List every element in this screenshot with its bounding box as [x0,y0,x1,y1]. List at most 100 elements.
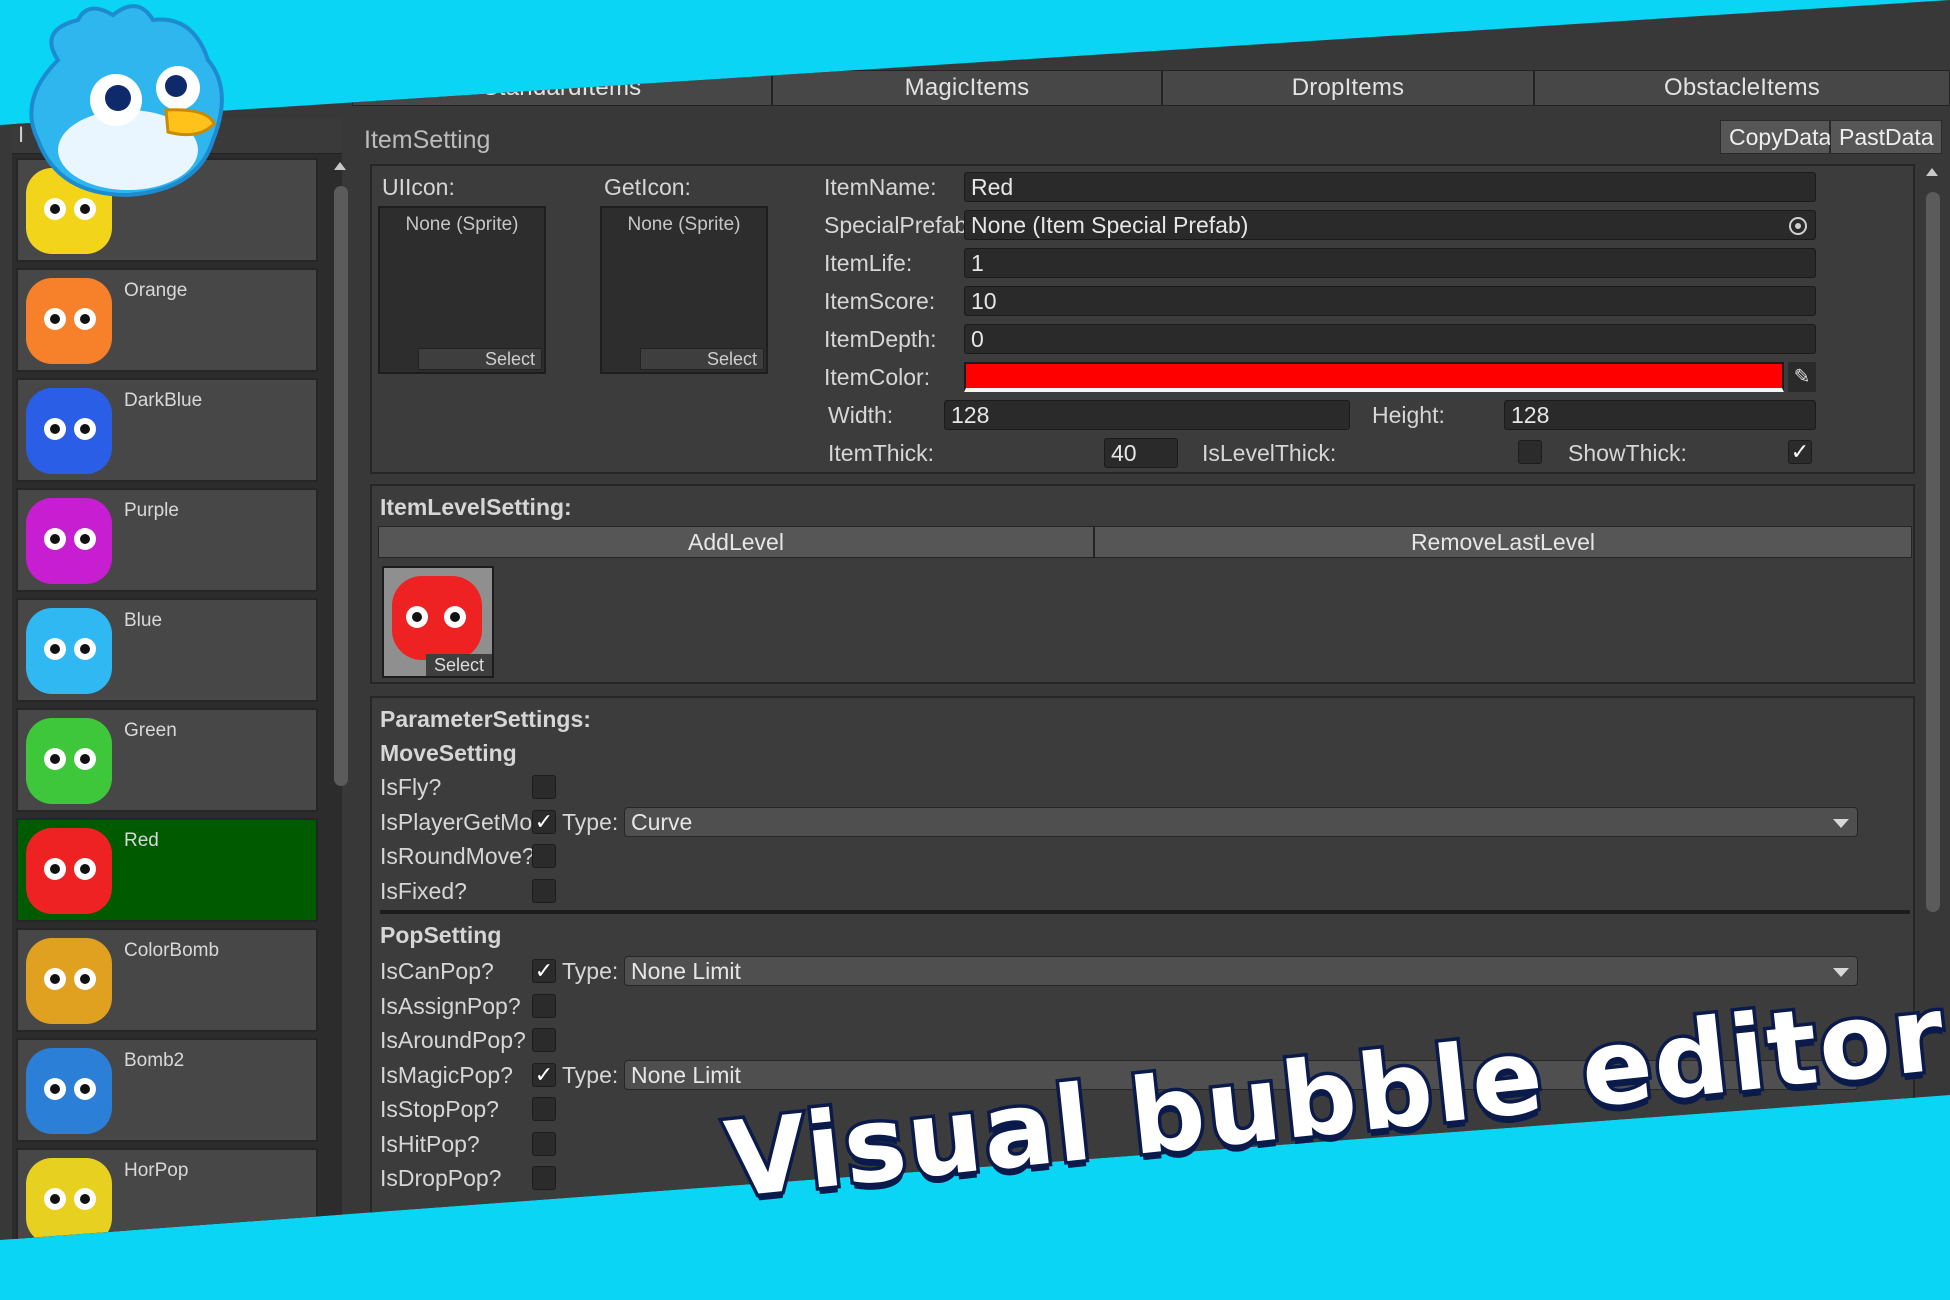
eye-icon [74,418,96,440]
bubble-icon [26,608,112,694]
item-setting-title: ItemSetting [364,126,491,154]
type-value: None Limit [631,958,741,984]
scrollbar-thumb[interactable] [1926,192,1940,912]
bubble-icon [26,278,112,364]
show-thick-checkbox[interactable]: ✓ [1788,440,1812,464]
type-value: None Limit [631,1061,741,1088]
past-data-button[interactable]: PastData [1830,120,1942,154]
pop-setting-title: PopSetting [380,922,502,948]
show-thick-label: ShowThick: [1568,440,1687,466]
get-icon-label: GetIcon: [604,174,691,200]
item-color-field[interactable] [964,362,1784,392]
param-label: IsFixed? [380,877,467,904]
bubble-icon [26,498,112,584]
item-list-scrollbar[interactable] [332,158,348,1238]
eye-icon [74,858,96,880]
tab-obstacle-items[interactable]: ObstacleItems [1534,70,1950,106]
copy-data-button[interactable]: CopyData [1720,120,1831,154]
eye-icon [74,1078,96,1100]
ui-icon-label: UIIcon: [382,174,455,200]
param-checkbox[interactable] [532,1131,556,1156]
param-checkbox[interactable] [532,1166,556,1190]
item-category-tabs: StandardItems MagicItems DropItems Obsta… [352,70,1950,106]
param-checkbox[interactable] [532,878,556,903]
item-list-entry[interactable]: Green [16,708,318,812]
ui-icon-none-text: None (Sprite) [405,214,519,235]
level-select-button[interactable]: Select [426,654,492,676]
item-depth-label: ItemDepth: [824,326,937,352]
promo-frame: StandardItems MagicItems DropItems Obsta… [0,0,1950,1300]
section-divider [380,910,1910,914]
ui-icon-select-button[interactable]: Select [418,348,542,370]
bubble-icon [26,718,112,804]
eye-icon [44,858,66,880]
item-score-field[interactable]: 10 [964,286,1816,316]
item-list-entry[interactable]: ColorBomb [16,928,318,1032]
eye-icon [74,308,96,330]
item-list-entry[interactable]: Blue [16,598,318,702]
bird-mascot-logo [29,4,224,198]
remove-last-level-button[interactable]: RemoveLastLevel [1094,526,1912,558]
item-depth-field[interactable]: 0 [964,324,1816,354]
scrollbar-thumb[interactable] [334,186,348,786]
item-list-entry[interactable]: HorPop [16,1148,318,1240]
width-label: Width: [828,402,894,428]
item-list-entry[interactable]: Orange [16,268,318,372]
add-level-button[interactable]: AddLevel [378,526,1094,558]
item-name-label: Red [124,830,159,851]
get-icon-none-text: None (Sprite) [627,214,741,235]
scroll-up-icon[interactable] [334,162,346,170]
get-icon-select-button[interactable]: Select [640,348,764,370]
bubble-icon [26,388,112,474]
is-level-thick-checkbox[interactable] [1518,440,1542,464]
eye-icon [44,528,66,550]
is-level-thick-label: IsLevelThick: [1202,440,1337,466]
special-prefab-field[interactable]: None (Item Special Prefab) [964,210,1816,240]
object-picker-icon[interactable] [1789,217,1807,235]
item-color-label: ItemColor: [824,364,931,390]
bubble-icon [26,828,112,914]
param-checkbox[interactable] [532,1028,556,1052]
item-thick-field[interactable]: 40 [1104,438,1178,468]
item-list-entry[interactable]: Purple [16,488,318,592]
param-checkbox[interactable] [532,1097,556,1121]
get-icon-sprite-slot[interactable]: None (Sprite) Select [600,206,768,374]
width-field[interactable]: 128 [944,400,1350,430]
bubble-icon [26,1158,112,1240]
param-label: IsAssignPop? [380,992,521,1019]
item-name-label: HorPop [124,1160,189,1181]
item-name-label: Purple [124,500,179,521]
param-checkbox[interactable] [532,844,556,868]
param-checkbox[interactable]: ✓ [532,809,556,834]
chevron-down-icon [1833,818,1849,828]
item-name-label: ItemName: [824,174,937,200]
type-label: Type: [562,1061,619,1088]
item-life-label: ItemLife: [824,250,913,276]
item-name-field[interactable]: Red [964,172,1816,202]
tab-drop-items[interactable]: DropItems [1162,70,1534,106]
type-value: Curve [631,808,693,835]
item-list-entry[interactable]: Red [16,818,318,922]
eyedropper-icon[interactable]: ✎ [1788,362,1816,392]
special-prefab-value: None (Item Special Prefab) [971,212,1249,238]
level-sprite-slot[interactable]: Select [382,566,494,678]
type-dropdown[interactable]: None Limit [624,956,1858,986]
eye-icon [44,418,66,440]
item-list-panel: I Orange DarkBlue Purple Blue Green Red ColorB… [12,118,348,1240]
param-checkbox[interactable]: ✓ [532,959,556,983]
tab-magic-items[interactable]: MagicItems [772,70,1162,106]
eye-icon [74,528,96,550]
item-life-field[interactable]: 1 [964,248,1816,278]
height-field[interactable]: 128 [1504,400,1816,430]
ui-icon-sprite-slot[interactable]: None (Sprite) Select [378,206,546,374]
item-list-entry[interactable]: Bomb2 [16,1038,318,1142]
tab-standard-items[interactable]: StandardItems [352,70,772,106]
eye-icon [74,748,96,770]
item-list-entry[interactable]: DarkBlue [16,378,318,482]
scroll-up-icon[interactable] [1926,168,1938,176]
type-dropdown[interactable]: Curve [624,806,1858,837]
param-checkbox[interactable]: ✓ [532,1062,556,1087]
param-label: IsCanPop? [380,958,494,984]
param-checkbox[interactable] [532,993,556,1018]
param-checkbox[interactable] [532,775,556,799]
